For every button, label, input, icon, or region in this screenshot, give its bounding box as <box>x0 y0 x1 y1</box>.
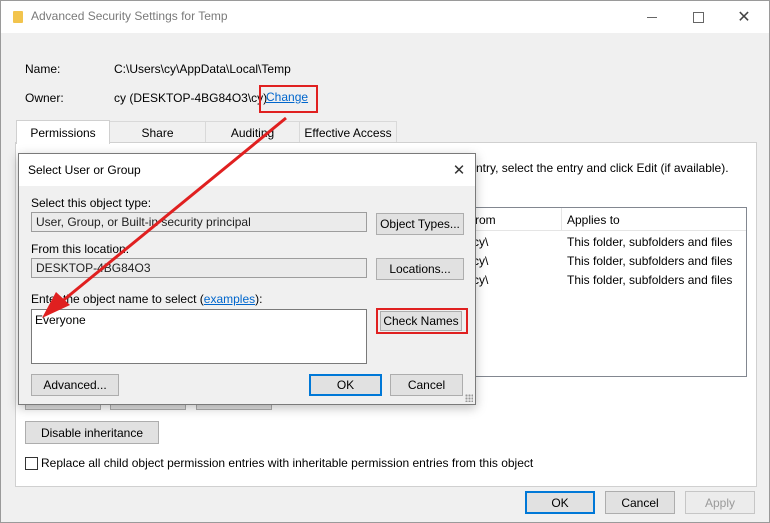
examples-link[interactable]: examples <box>204 292 255 306</box>
location-label: From this location: <box>31 242 130 256</box>
permissions-instruction: ntry, select the entry and click Edit (i… <box>476 161 729 175</box>
replace-entries-label: Replace all child object permission entr… <box>41 456 534 470</box>
advanced-button[interactable]: Advanced... <box>31 374 119 396</box>
column-header-from[interactable]: rom <box>475 213 496 227</box>
folder-icon <box>13 11 23 23</box>
owner-value: cy (DESKTOP-4BG84O3\cy) <box>114 91 268 105</box>
minimize-icon <box>647 16 657 18</box>
object-name-input[interactable]: Everyone <box>31 309 367 364</box>
close-button[interactable]: ✕ <box>721 1 767 33</box>
permission-entries-list[interactable]: rom Applies to cy\ This folder, subfolde… <box>469 207 747 377</box>
close-icon: ✕ <box>452 162 466 179</box>
name-value: C:\Users\cy\AppData\Local\Temp <box>114 62 291 76</box>
title-bar: Advanced Security Settings for Temp ✕ <box>1 1 769 33</box>
dialog-title-bar: Select User or Group ✕ <box>19 154 475 186</box>
check-names-button[interactable]: Check Names <box>380 311 462 331</box>
disable-inheritance-button[interactable]: Disable inheritance <box>25 421 159 444</box>
dialog-title: Select User or Group <box>28 163 141 177</box>
object-types-button[interactable]: Object Types... <box>376 213 464 235</box>
row-applies-to: This folder, subfolders and files <box>567 235 733 249</box>
owner-label: Owner: <box>25 91 64 105</box>
object-type-label: Select this object type: <box>31 196 152 210</box>
tab-share[interactable]: Share <box>109 121 206 143</box>
tab-auditing[interactable]: Auditing <box>205 121 300 143</box>
tab-permissions[interactable]: Permissions <box>16 120 110 144</box>
select-user-or-group-dialog: Select User or Group ✕ Select this objec… <box>18 153 476 405</box>
change-owner-link[interactable]: Change <box>266 90 308 104</box>
dialog-ok-button[interactable]: OK <box>309 374 382 396</box>
maximize-button[interactable] <box>675 1 721 33</box>
name-label: Name: <box>25 62 61 76</box>
object-name-label-suffix: ): <box>255 292 263 306</box>
row-applies-to: This folder, subfolders and files <box>567 273 733 287</box>
dialog-cancel-button[interactable]: Cancel <box>390 374 463 396</box>
row-applies-to: This folder, subfolders and files <box>567 254 733 268</box>
minimize-button[interactable] <box>629 1 675 33</box>
object-type-field: User, Group, or Built-in security princi… <box>31 212 367 232</box>
column-divider <box>561 208 562 230</box>
maximize-icon <box>692 11 704 23</box>
ok-button[interactable]: OK <box>525 491 595 514</box>
resize-grip[interactable] <box>465 394 473 402</box>
object-name-label: Enter the object name to select (example… <box>31 292 262 306</box>
tab-effective-access[interactable]: Effective Access <box>299 121 397 143</box>
dialog-close-button[interactable]: ✕ <box>447 159 471 181</box>
apply-button[interactable]: Apply <box>685 491 755 514</box>
cancel-button[interactable]: Cancel <box>605 491 675 514</box>
window-title: Advanced Security Settings for Temp <box>31 9 228 23</box>
location-field: DESKTOP-4BG84O3 <box>31 258 367 278</box>
object-name-label-prefix: Enter the object name to select ( <box>31 292 204 306</box>
column-header-applies-to[interactable]: Applies to <box>567 213 620 227</box>
close-icon: ✕ <box>737 9 751 26</box>
replace-entries-checkbox[interactable] <box>25 457 38 470</box>
locations-button[interactable]: Locations... <box>376 258 464 280</box>
